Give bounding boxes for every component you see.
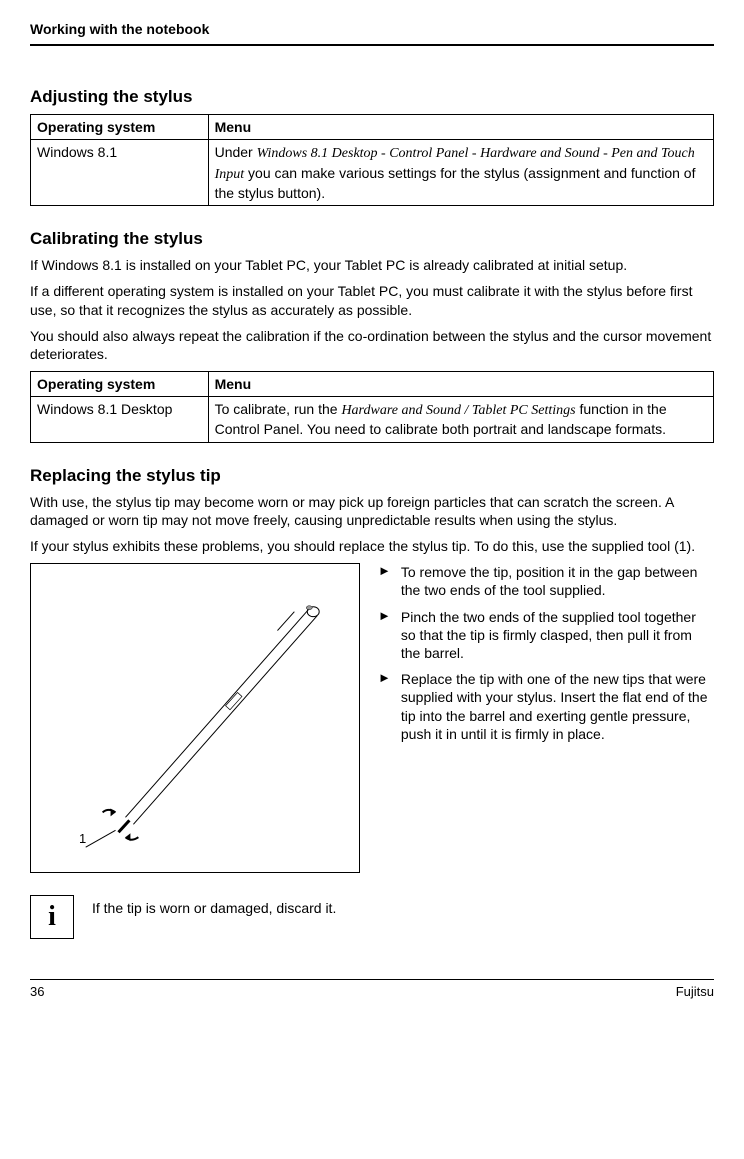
table-header-os: Operating system bbox=[31, 115, 209, 140]
step-text: Replace the tip with one of the new tips… bbox=[401, 670, 714, 743]
section-heading-adjusting: Adjusting the stylus bbox=[30, 86, 714, 108]
info-text: If the tip is worn or damaged, discard i… bbox=[92, 895, 336, 917]
page-footer: 36 Fujitsu bbox=[30, 979, 714, 1001]
paragraph: If your stylus exhibits these problems, … bbox=[30, 537, 714, 555]
section-heading-calibrating: Calibrating the stylus bbox=[30, 228, 714, 250]
illustration-label-1: 1 bbox=[79, 831, 86, 848]
instruction-step: ► Replace the tip with one of the new ti… bbox=[378, 670, 714, 743]
page-header: Working with the notebook bbox=[30, 20, 714, 46]
table-cell-os: Windows 8.1 Desktop bbox=[31, 397, 209, 442]
table-cell-os: Windows 8.1 bbox=[31, 140, 209, 206]
adjusting-table: Operating system Menu Windows 8.1 Under … bbox=[30, 114, 714, 206]
step-arrow-icon: ► bbox=[378, 563, 391, 599]
stylus-drawing bbox=[31, 564, 359, 872]
step-text: To remove the tip, position it in the ga… bbox=[401, 563, 714, 599]
paragraph: With use, the stylus tip may become worn… bbox=[30, 493, 714, 529]
section-heading-replacing: Replacing the stylus tip bbox=[30, 465, 714, 487]
calibrating-table: Operating system Menu Windows 8.1 Deskto… bbox=[30, 371, 714, 443]
paragraph: If a different operating system is insta… bbox=[30, 282, 714, 318]
info-note: i If the tip is worn or damaged, discard… bbox=[30, 895, 714, 939]
table-cell-menu: To calibrate, run the Hardware and Sound… bbox=[208, 397, 713, 442]
paragraph: You should also always repeat the calibr… bbox=[30, 327, 714, 363]
table-cell-menu: Under Windows 8.1 Desktop - Control Pane… bbox=[208, 140, 713, 206]
footer-brand: Fujitsu bbox=[676, 984, 714, 1001]
info-icon: i bbox=[30, 895, 74, 939]
page-number: 36 bbox=[30, 984, 44, 1001]
step-arrow-icon: ► bbox=[378, 608, 391, 663]
instruction-step: ► Pinch the two ends of the supplied too… bbox=[378, 608, 714, 663]
step-arrow-icon: ► bbox=[378, 670, 391, 743]
paragraph: If Windows 8.1 is installed on your Tabl… bbox=[30, 256, 714, 274]
table-header-os: Operating system bbox=[31, 372, 209, 397]
table-header-menu: Menu bbox=[208, 372, 713, 397]
stylus-illustration: 1 bbox=[30, 563, 360, 873]
table-header-menu: Menu bbox=[208, 115, 713, 140]
instruction-step: ► To remove the tip, position it in the … bbox=[378, 563, 714, 599]
step-text: Pinch the two ends of the supplied tool … bbox=[401, 608, 714, 663]
